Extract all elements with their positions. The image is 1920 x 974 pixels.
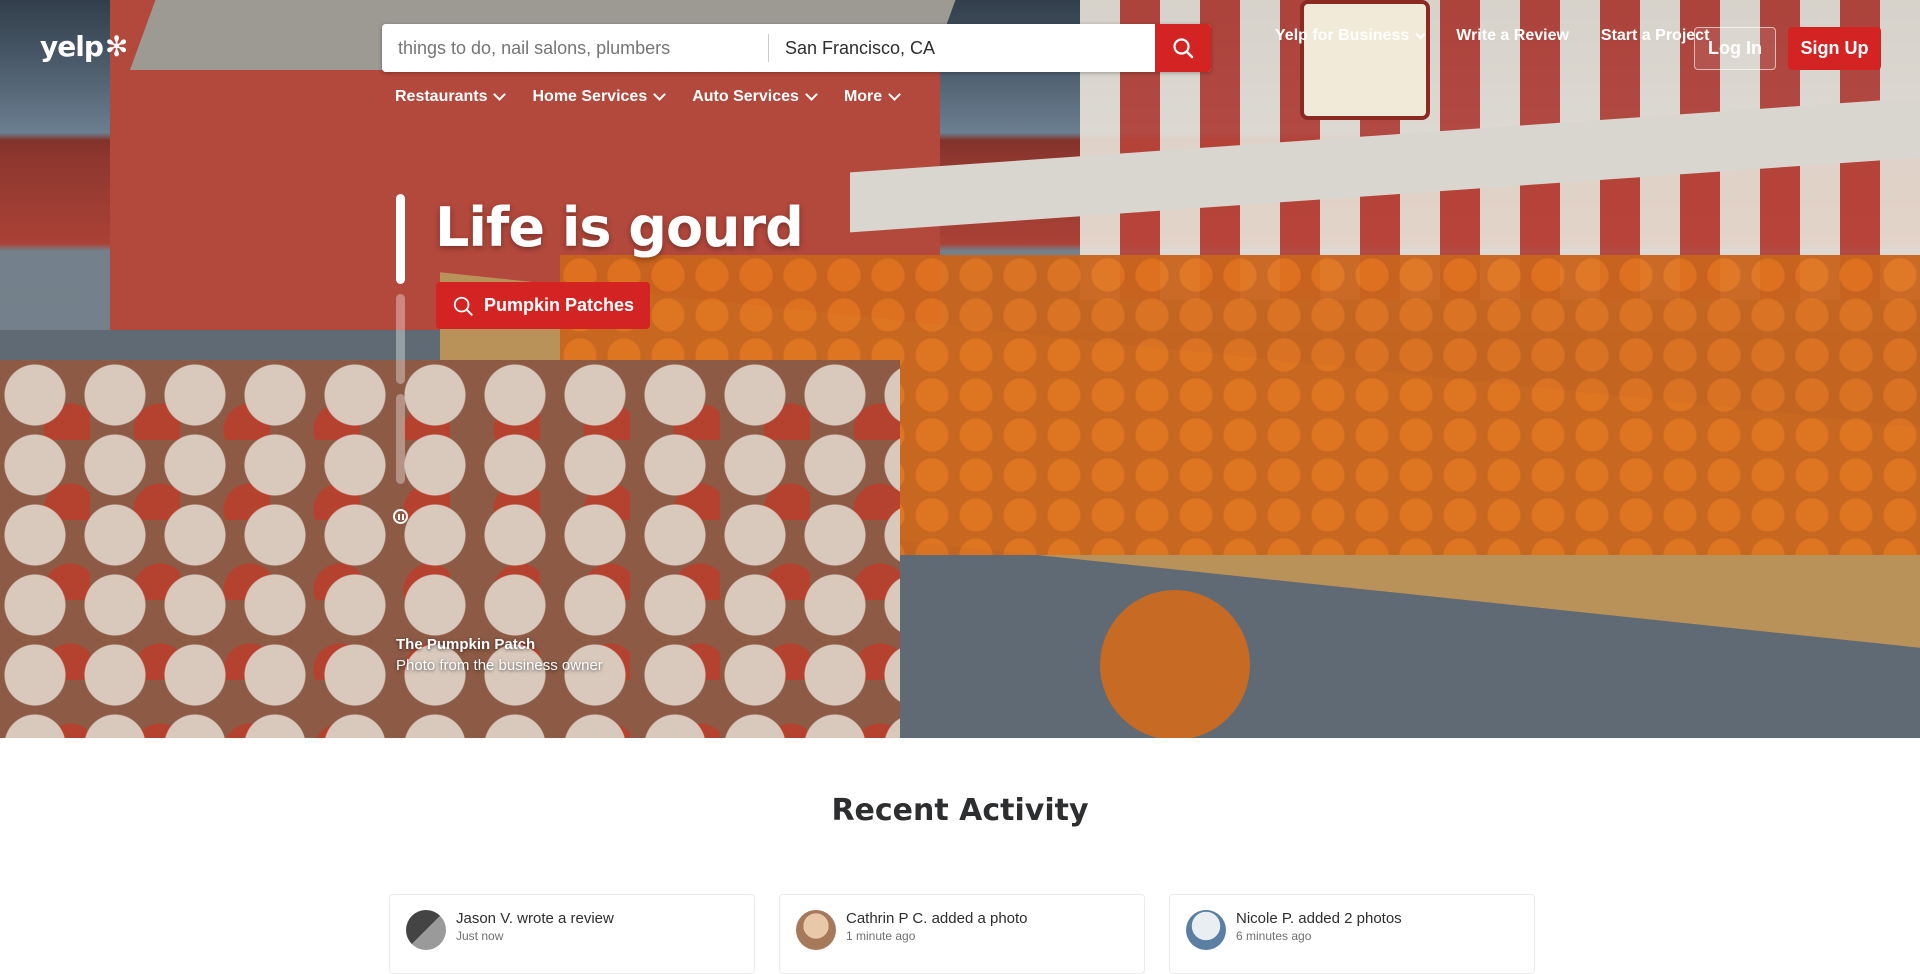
recent-activity-title: Recent Activity xyxy=(831,793,1089,828)
category-home-services[interactable]: Home Services xyxy=(532,88,667,106)
near-input[interactable] xyxy=(769,24,1155,72)
pumpkin-pile-left xyxy=(0,360,900,738)
hero-cta-button[interactable]: Pumpkin Patches xyxy=(436,282,651,329)
activity-card[interactable]: Jason V. wrote a review Just now xyxy=(389,894,755,974)
activity-text[interactable]: Jason V. wrote a review xyxy=(456,910,614,928)
activity-time: Just now xyxy=(456,929,504,943)
carousel-indicator-2[interactable] xyxy=(396,294,405,384)
logo-text: yelp xyxy=(40,30,104,63)
search-button[interactable] xyxy=(1155,24,1211,72)
find-input[interactable] xyxy=(382,24,768,72)
chevron-down-icon xyxy=(493,88,507,101)
chevron-down-icon xyxy=(653,88,667,101)
hero-photo xyxy=(0,0,1920,738)
activity-text[interactable]: Cathrin P C. added a photo xyxy=(846,910,1028,928)
business-label: Yelp for Business xyxy=(1275,27,1410,44)
cta-label: Pumpkin Patches xyxy=(484,295,635,315)
activity-text[interactable]: Nicole P. added 2 photos xyxy=(1236,910,1402,928)
photo-business-link[interactable]: The Pumpkin Patch xyxy=(396,634,603,655)
activity-card[interactable]: Cathrin P C. added a photo 1 minute ago xyxy=(779,894,1145,974)
chevron-down-icon xyxy=(805,88,818,101)
photo-credit: The Pumpkin Patch Photo from the busines… xyxy=(396,634,603,676)
market-sign-shape xyxy=(1300,0,1430,120)
login-button[interactable]: Log In xyxy=(1694,27,1776,70)
activity-card[interactable]: Nicole P. added 2 photos 6 minutes ago xyxy=(1169,894,1535,974)
category-restaurants[interactable]: Restaurants xyxy=(395,88,507,106)
hero-banner: yelp ✻ Restaurants Home Services Auto Se… xyxy=(0,0,1920,738)
pumpkin-foreground xyxy=(1100,590,1250,738)
category-more[interactable]: More xyxy=(843,88,902,106)
avatar[interactable] xyxy=(796,910,836,950)
recent-activity-list: Jason V. wrote a review Just now Cathrin… xyxy=(389,894,1535,974)
yelp-logo[interactable]: yelp ✻ xyxy=(40,29,128,63)
carousel-indicator-3[interactable] xyxy=(396,394,405,484)
category-label: More xyxy=(843,88,883,105)
signup-button[interactable]: Sign Up xyxy=(1788,27,1881,70)
hero-headline: Life is gourd xyxy=(435,196,804,259)
category-label: Auto Services xyxy=(692,88,799,105)
activity-time: 6 minutes ago xyxy=(1236,929,1312,943)
avatar[interactable] xyxy=(1186,910,1226,950)
yelp-burst-icon: ✻ xyxy=(104,29,128,63)
write-review-link[interactable]: Write a Review xyxy=(1456,27,1569,45)
carousel-indicator-1[interactable] xyxy=(396,194,405,284)
search-bar xyxy=(382,24,1211,72)
yelp-for-business-link[interactable]: Yelp for Business xyxy=(1275,27,1426,45)
category-auto-services[interactable]: Auto Services xyxy=(692,88,818,106)
search-icon xyxy=(1173,38,1194,59)
avatar[interactable] xyxy=(406,910,446,950)
activity-time: 1 minute ago xyxy=(846,929,916,943)
pause-icon[interactable] xyxy=(393,509,408,524)
category-label: Restaurants xyxy=(395,88,488,105)
chevron-down-icon xyxy=(1415,29,1426,39)
category-nav: Restaurants Home Services Auto Services … xyxy=(395,88,902,106)
search-icon xyxy=(453,296,473,316)
category-label: Home Services xyxy=(532,88,648,105)
photo-caption: Photo from the business owner xyxy=(396,657,603,674)
top-nav: Yelp for Business Write a Review Start a… xyxy=(1275,27,1709,45)
chevron-down-icon xyxy=(888,88,902,101)
